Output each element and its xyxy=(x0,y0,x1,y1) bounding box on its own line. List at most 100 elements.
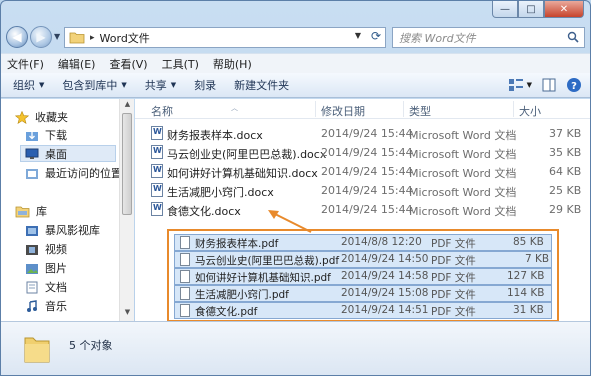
path-separator-icon[interactable]: ▸ xyxy=(90,33,95,43)
details-pane: 5 个对象 xyxy=(1,321,590,375)
new-folder-button[interactable]: 新建文件夹 xyxy=(234,77,289,93)
menu-view[interactable]: 查看(V) xyxy=(109,56,147,72)
nav-pictures[interactable]: 图片 xyxy=(25,260,67,276)
nav-downloads[interactable]: 下载 xyxy=(25,127,67,143)
scroll-up-icon[interactable]: ▲ xyxy=(120,100,135,112)
folder-icon xyxy=(69,32,85,44)
window-caption-buttons: — □ ✕ xyxy=(492,1,584,18)
file-size: 29 KB xyxy=(549,203,582,216)
nav-music[interactable]: 音乐 xyxy=(25,298,67,314)
pdf-file-row[interactable]: 食德文化.pdf 2014/9/24 14:51 PDF 文件 31 KB xyxy=(174,302,552,319)
minimize-button[interactable]: — xyxy=(492,1,518,18)
nav-favorites[interactable]: 收藏夹 xyxy=(15,109,68,125)
scroll-down-icon[interactable]: ▼ xyxy=(120,308,135,320)
nav-desktop[interactable]: 桌面 xyxy=(20,145,116,162)
file-name: 生活减肥小窍门.pdf xyxy=(195,289,289,301)
file-row[interactable]: 如何讲好计算机基础知识.docx 2014/9/24 15:44 Microso… xyxy=(135,163,590,181)
back-button[interactable]: ◀ xyxy=(6,26,28,48)
file-size: 37 KB xyxy=(549,127,582,140)
file-size: 7 KB xyxy=(525,253,550,265)
file-date: 2014/9/24 15:08 xyxy=(341,287,429,299)
column-name[interactable]: 名称 xyxy=(151,103,173,119)
menu-edit[interactable]: 编辑(E) xyxy=(58,56,96,72)
menu-help[interactable]: 帮助(H) xyxy=(213,56,252,72)
scroll-thumb[interactable] xyxy=(122,113,132,215)
help-icon[interactable]: ? xyxy=(566,77,582,93)
nav-libraries[interactable]: 库 xyxy=(15,203,47,219)
file-date: 2014/9/24 15:44 xyxy=(321,127,413,140)
search-input[interactable]: 搜索 Word文件 xyxy=(392,27,585,48)
sort-ascending-icon: ︿ xyxy=(231,104,238,112)
desktop-icon xyxy=(25,148,39,159)
view-dropdown-icon[interactable]: ▼ xyxy=(527,81,532,89)
picture-icon xyxy=(26,263,38,274)
file-type: Microsoft Word 文档 xyxy=(409,148,517,161)
share-button[interactable]: 共享 ▼ xyxy=(145,77,176,93)
word-document-icon xyxy=(151,164,163,178)
pdf-file-row[interactable]: 生活减肥小窍门.pdf 2014/9/24 15:08 PDF 文件 114 K… xyxy=(174,285,552,302)
maximize-button[interactable]: □ xyxy=(518,1,544,18)
forward-button[interactable]: ▶ xyxy=(30,26,52,48)
nav-videos[interactable]: 视频 xyxy=(25,241,67,257)
close-button[interactable]: ✕ xyxy=(544,1,584,18)
file-date: 2014/9/24 15:44 xyxy=(321,165,413,178)
file-row[interactable]: 财务报表样本.docx 2014/9/24 15:44 Microsoft Wo… xyxy=(135,125,590,143)
file-row[interactable]: 马云创业史(阿里巴巴总裁).docx 2014/9/24 15:44 Micro… xyxy=(135,144,590,162)
file-list-pane: ︿ 名称 修改日期 类型 大小 财务报表样本.docx 2014/9/24 15… xyxy=(135,99,590,322)
film-icon xyxy=(26,244,38,255)
word-document-icon xyxy=(151,202,163,216)
menu-bar: 文件(F) 编辑(E) 查看(V) 工具(T) 帮助(H) xyxy=(1,53,590,73)
file-name: 如何讲好计算机基础知识.pdf xyxy=(195,272,331,284)
address-bar[interactable]: ▸ Word文件 ▼ ⟳ xyxy=(64,27,386,48)
view-options-icon[interactable] xyxy=(508,78,524,92)
file-date: 2014/9/24 14:50 xyxy=(341,253,429,265)
preview-pane-icon[interactable] xyxy=(542,78,556,92)
menu-file[interactable]: 文件(F) xyxy=(7,56,44,72)
explorer-window: — □ ✕ ◀ ▶ ▼ ▸ Word文件 ▼ ⟳ 搜索 Word文件 文件(F)… xyxy=(0,0,591,376)
pdf-file-row[interactable]: 财务报表样本.pdf 2014/8/8 12:20 PDF 文件 85 KB xyxy=(174,234,552,251)
address-row: ◀ ▶ ▼ ▸ Word文件 ▼ ⟳ 搜索 Word文件 xyxy=(1,23,590,51)
column-date-modified[interactable]: 修改日期 xyxy=(321,103,365,119)
file-name: 生活减肥小窍门.docx xyxy=(167,186,274,199)
file-date: 2014/9/24 14:58 xyxy=(341,270,429,282)
file-size: 85 KB xyxy=(513,236,544,248)
address-folder-crumb[interactable]: Word文件 xyxy=(100,30,150,46)
file-type: Microsoft Word 文档 xyxy=(409,167,517,180)
file-name: 财务报表样本.docx xyxy=(167,129,263,142)
music-icon xyxy=(27,299,37,312)
pdf-file-row[interactable]: 如何讲好计算机基础知识.pdf 2014/9/24 14:58 PDF 文件 1… xyxy=(174,268,552,285)
file-row[interactable]: 食德文化.docx 2014/9/24 15:44 Microsoft Word… xyxy=(135,201,590,219)
recent-places-icon xyxy=(26,168,38,179)
recent-pages-dropdown-icon[interactable]: ▼ xyxy=(54,32,60,41)
pdf-files-highlight-box: 财务报表样本.pdf 2014/8/8 12:20 PDF 文件 85 KB 马… xyxy=(167,229,559,322)
refresh-icon[interactable]: ⟳ xyxy=(371,29,381,43)
library-icon xyxy=(15,206,30,217)
include-in-library-button[interactable]: 包含到库中 ▼ xyxy=(62,77,126,93)
burn-button[interactable]: 刻录 xyxy=(194,77,216,93)
nav-storm-video-library[interactable]: 暴风影视库 xyxy=(25,222,100,238)
column-size[interactable]: 大小 xyxy=(519,103,541,119)
word-document-icon xyxy=(151,126,163,140)
word-document-icon xyxy=(151,183,163,197)
column-headers: ︿ 名称 修改日期 类型 大小 xyxy=(135,99,590,119)
file-name: 马云创业史(阿里巴巴总裁).docx xyxy=(167,148,327,161)
organize-button[interactable]: 组织 ▼ xyxy=(13,77,44,93)
word-document-icon xyxy=(151,145,163,159)
search-icon[interactable] xyxy=(567,31,579,43)
file-row[interactable]: 生活减肥小窍门.docx 2014/9/24 15:44 Microsoft W… xyxy=(135,182,590,200)
menu-tools[interactable]: 工具(T) xyxy=(162,56,199,72)
file-name: 如何讲好计算机基础知识.docx xyxy=(167,167,318,180)
column-type[interactable]: 类型 xyxy=(409,103,431,119)
file-date: 2014/8/8 12:20 xyxy=(341,236,422,248)
nav-recent-places[interactable]: 最近访问的位置 xyxy=(25,165,122,181)
address-dropdown-icon[interactable]: ▼ xyxy=(355,31,361,40)
file-type: PDF 文件 xyxy=(431,238,476,250)
download-folder-icon xyxy=(26,131,38,141)
nav-scrollbar[interactable]: ▲ ▼ xyxy=(119,99,134,321)
svg-text:?: ? xyxy=(571,81,577,92)
file-name: 财务报表样本.pdf xyxy=(195,238,279,250)
pdf-file-row[interactable]: 马云创业史(阿里巴巴总裁).pdf 2014/9/24 14:50 PDF 文件… xyxy=(174,251,552,268)
pdf-document-icon xyxy=(180,236,190,249)
nav-documents[interactable]: 文档 xyxy=(25,279,67,295)
pdf-document-icon xyxy=(180,304,190,317)
